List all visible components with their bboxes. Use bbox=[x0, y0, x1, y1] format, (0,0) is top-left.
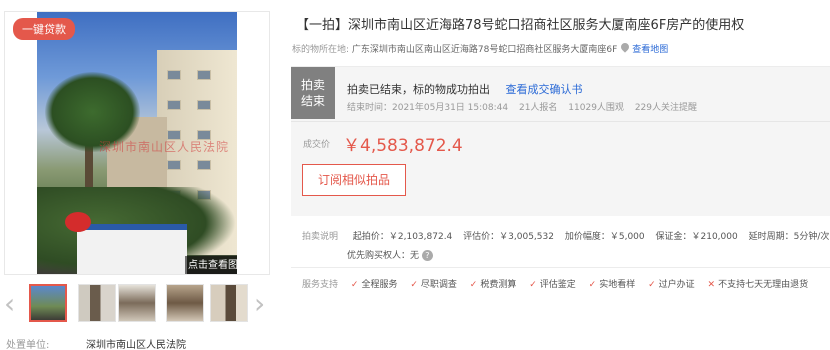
map-pin-icon bbox=[619, 41, 631, 53]
location-address: 广东深圳市南山区南山区近海路78号蛇口招商社区服务大厦南座6F bbox=[351, 45, 618, 55]
disposal-unit-label: 处置单位: bbox=[6, 340, 50, 350]
chevron-left-icon[interactable]: ‹ bbox=[4, 290, 15, 318]
main-photo[interactable]: 深圳市南山区人民法院 点击查看图片详情 bbox=[37, 12, 237, 274]
disposal-unit-value: 深圳市南山区人民法院 bbox=[86, 340, 186, 350]
priority-buyer-text: 优先购买权人：无 bbox=[347, 251, 420, 261]
divider bbox=[291, 121, 830, 122]
services-label: 服务支持 bbox=[302, 280, 339, 290]
service-item: ✓ 尽职调查 bbox=[410, 280, 457, 290]
priority-buyer: 优先购买权人：无 ? bbox=[347, 248, 433, 261]
check-icon: ✓ bbox=[410, 280, 418, 290]
final-price: ￥4,583,872.4 bbox=[343, 136, 463, 156]
rules-label: 拍卖说明 bbox=[302, 232, 339, 242]
deposit: 保证金：￥210,000 bbox=[655, 232, 738, 242]
extension-period: 延时周期：5分钟/次 bbox=[748, 232, 830, 242]
check-icon: ✓ bbox=[529, 280, 537, 290]
view-count: 11029人围观 bbox=[568, 103, 624, 113]
status-badge: 拍卖 结束 bbox=[291, 67, 335, 119]
view-map-link[interactable]: 查看地图 bbox=[632, 45, 668, 55]
loan-badge-button[interactable]: 一键贷款 bbox=[13, 18, 75, 40]
assessed-price: 评估价：￥3,005,532 bbox=[463, 232, 554, 242]
service-item-excluded: ✕ 不支持七天无理由退货 bbox=[707, 280, 809, 290]
court-stamp: 深圳市南山区人民法院 bbox=[99, 140, 230, 154]
thumbnail-strip: ‹ › bbox=[4, 282, 270, 328]
check-icon: ✓ bbox=[588, 280, 597, 290]
deal-certificate-link[interactable]: 查看成交确认书 bbox=[506, 83, 583, 96]
check-icon: ✓ bbox=[469, 280, 478, 290]
increment: 加价幅度：￥5,000 bbox=[564, 232, 645, 242]
service-item: ✓ 全程服务 bbox=[350, 280, 398, 290]
check-icon: ✓ bbox=[350, 280, 359, 290]
thumbnail-4[interactable] bbox=[166, 284, 204, 322]
service-support: 服务支持 ✓ 全程服务 ✓ 尽职调查 ✓ 税费测算 ✓ 评估鉴定 ✓ 实地看样 ✓ 过户办证… bbox=[302, 277, 818, 290]
status-message-line: 拍卖已结束，标的物成功拍出 查看成交确认书 bbox=[347, 81, 583, 97]
cross-icon: ✕ bbox=[707, 280, 716, 290]
view-detail-button[interactable]: 点击查看图片详情 bbox=[185, 256, 237, 274]
check-icon: ✓ bbox=[648, 280, 656, 290]
photo-gallery: 深圳市南山区人民法院 点击查看图片详情 一键贷款 bbox=[4, 11, 270, 275]
service-item: ✓ 评估鉴定 bbox=[529, 280, 576, 290]
start-price: 起拍价：￥2,103,872.4 bbox=[352, 232, 453, 242]
subscribe-similar-button[interactable]: 订阅相似拍品 bbox=[302, 164, 406, 196]
help-icon[interactable]: ? bbox=[421, 250, 433, 261]
thumbnail-2[interactable] bbox=[78, 284, 116, 322]
thumbnail-1[interactable] bbox=[29, 284, 67, 322]
price-label: 成交价 bbox=[303, 140, 331, 150]
chevron-right-icon[interactable]: › bbox=[254, 290, 265, 318]
service-item: ✓ 过户办证 bbox=[648, 280, 695, 290]
status-message: 拍卖已结束，标的物成功拍出 bbox=[347, 83, 490, 96]
disposal-unit: 处置单位: 深圳市南山区人民法院 bbox=[6, 336, 186, 350]
end-time: 结束时间：2021年05月31日 15:08:44 bbox=[347, 103, 509, 113]
location-label: 标的物所在地: bbox=[292, 45, 350, 55]
auction-meta: 结束时间：2021年05月31日 15:08:44 21人报名 11029人围观… bbox=[347, 100, 705, 113]
divider bbox=[291, 267, 830, 268]
auction-status-panel: 拍卖 结束 拍卖已结束，标的物成功拍出 查看成交确认书 结束时间：2021年05… bbox=[291, 66, 830, 216]
follower-count: 229人关注提醒 bbox=[634, 103, 697, 113]
service-item: ✓ 税费测算 bbox=[469, 280, 517, 290]
auction-rules: 拍卖说明 起拍价：￥2,103,872.4 评估价：￥3,005,532 加价幅… bbox=[302, 229, 830, 242]
thumbnail-3[interactable] bbox=[118, 284, 156, 322]
page-title: 【一拍】深圳市南山区近海路78号蛇口招商社区服务大厦南座6F房产的使用权 bbox=[296, 18, 745, 33]
location-line: 标的物所在地: 广东深圳市南山区南山区近海路78号蛇口招商社区服务大厦南座6F 查… bbox=[292, 41, 668, 55]
signup-count: 21人报名 bbox=[518, 103, 558, 113]
thumbnail-5[interactable] bbox=[210, 284, 248, 322]
service-item: ✓ 实地看样 bbox=[588, 280, 636, 290]
